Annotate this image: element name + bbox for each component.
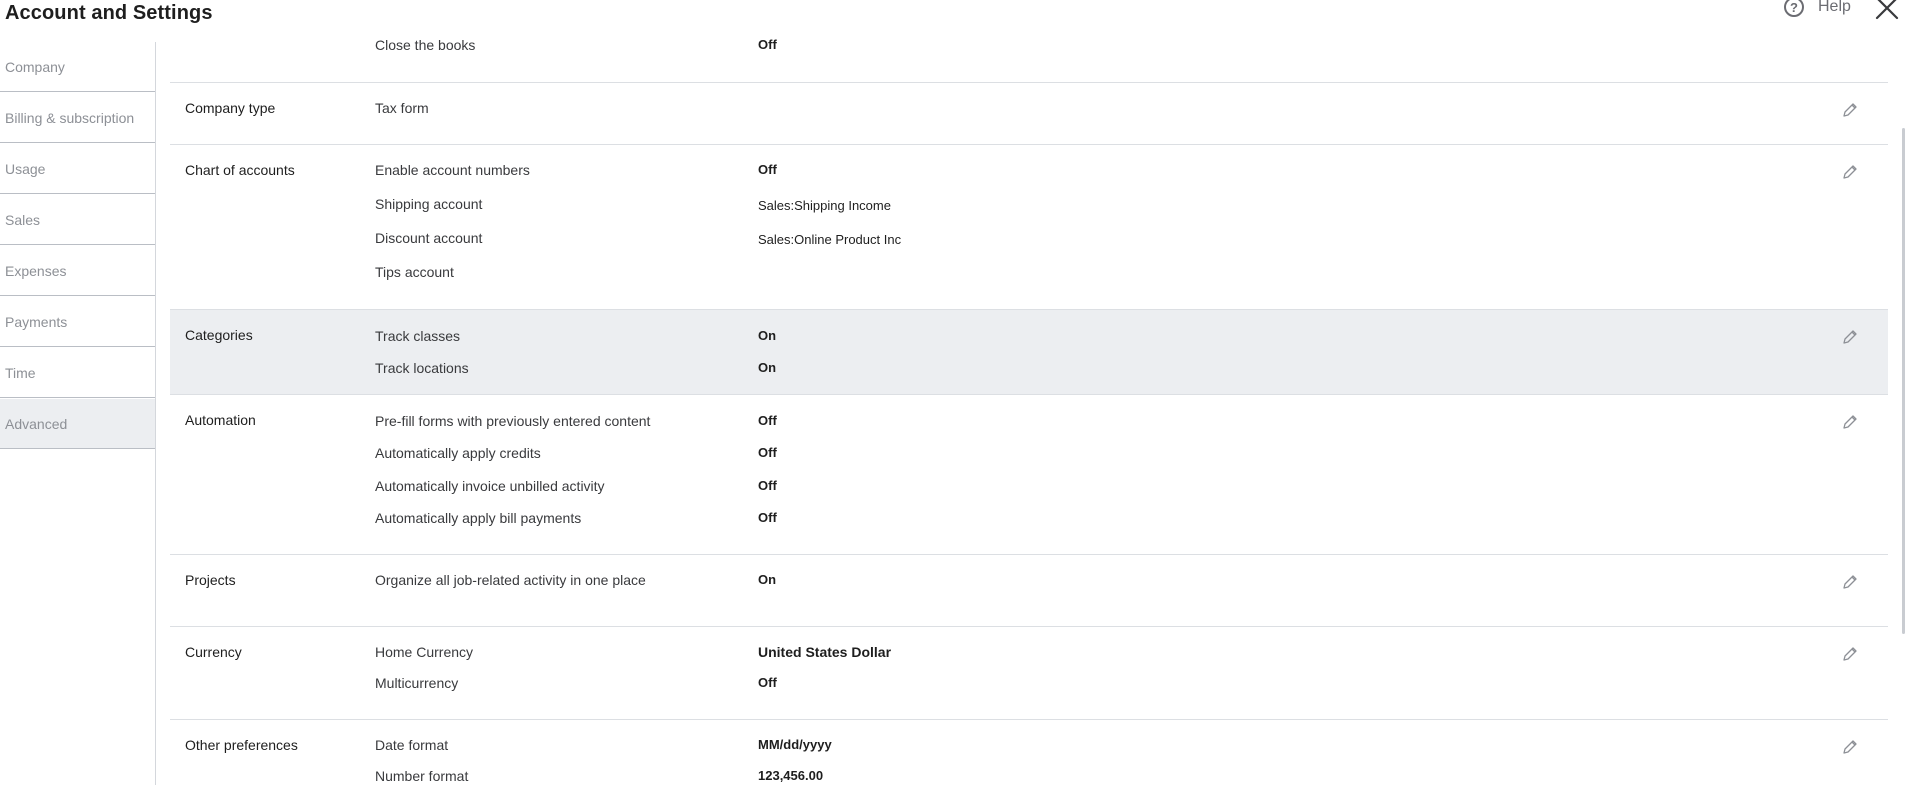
section-categories[interactable]: Categories Track classes On Track locati… [170,310,1888,395]
item-label-enable-account-numbers: Enable account numbers [375,162,530,178]
section-projects[interactable]: Projects Organize all job-related activi… [170,555,1888,627]
item-value-organize-job-activity: On [758,572,777,587]
item-label-shipping-account: Shipping account [375,196,483,212]
pencil-icon [1843,740,1857,754]
item-value-close-the-books: Off [758,37,777,52]
section-label-categories: Categories [185,327,253,343]
section-other-preferences[interactable]: Other preferences Date format MM/dd/yyyy… [170,720,1888,785]
pencil-icon [1843,165,1857,179]
item-value-auto-apply-credits: Off [758,445,777,460]
sidebar-item-company[interactable]: Company [0,42,155,92]
item-label-multicurrency: Multicurrency [375,675,459,691]
item-label-prefill-forms: Pre-fill forms with previously entered c… [375,413,651,429]
item-value-track-locations: On [758,360,777,375]
item-value-shipping-account: Sales:Shipping Income [758,198,891,213]
sidebar-item-billing-subscription[interactable]: Billing & subscription [0,93,155,143]
item-label-home-currency: Home Currency [375,644,474,660]
item-label-tips-account: Tips account [375,264,454,280]
item-label-auto-apply-bill-payments: Automatically apply bill payments [375,510,582,526]
item-value-auto-apply-bill-payments: Off [758,510,777,525]
edit-currency-button[interactable] [1842,646,1858,662]
edit-other-preferences-button[interactable] [1842,739,1858,755]
item-value-date-format: MM/dd/yyyy [758,737,832,752]
pencil-icon [1843,330,1857,344]
section-label-projects: Projects [185,572,236,588]
edit-company-type-button[interactable] [1842,102,1858,118]
pencil-icon [1843,575,1857,589]
sidebar-item-sales[interactable]: Sales [0,195,155,245]
item-value-enable-account-numbers: Off [758,162,777,177]
section-label-other-preferences: Other preferences [185,737,298,753]
section-automation[interactable]: Automation Pre-fill forms with previousl… [170,395,1888,555]
pencil-icon [1843,415,1857,429]
item-label-date-format: Date format [375,737,449,753]
sidebar-item-expenses[interactable]: Expenses [0,246,155,296]
section-label-currency: Currency [185,644,242,660]
section-label-automation: Automation [185,412,256,428]
item-label-auto-invoice-unbilled: Automatically invoice unbilled activity [375,478,605,494]
account-settings-page: Account and Settings ? Help Company Bill… [0,0,1905,785]
item-label-number-format: Number format [375,768,469,784]
pencil-icon [1843,647,1857,661]
item-label-tax-form: Tax form [375,100,429,116]
item-value-number-format: 123,456.00 [758,768,824,783]
item-value-multicurrency: Off [758,675,777,690]
edit-categories-button[interactable] [1842,329,1858,345]
item-label-auto-apply-credits: Automatically apply credits [375,445,541,461]
item-label-organize-job-activity: Organize all job-related activity in one… [375,572,646,588]
section-label-company-type: Company type [185,100,276,116]
item-label-track-locations: Track locations [375,360,469,376]
sidebar-item-payments[interactable]: Payments [0,297,155,347]
item-value-prefill-forms: Off [758,413,777,428]
settings-content: Close the books Off Company type Tax for… [170,0,1888,785]
sidebar-item-advanced[interactable]: Advanced [0,399,155,449]
section-currency[interactable]: Currency Home Currency United States Dol… [170,627,1888,720]
item-value-discount-account: Sales:Online Product Inc [758,232,902,247]
section-company-type[interactable]: Company type Tax form [170,83,1888,145]
edit-projects-button[interactable] [1842,574,1858,590]
item-label-track-classes: Track classes [375,328,461,344]
edit-chart-of-accounts-button[interactable] [1842,164,1858,180]
sidebar-item-usage[interactable]: Usage [0,144,155,194]
item-value-auto-invoice-unbilled: Off [758,478,777,493]
edit-automation-button[interactable] [1842,414,1858,430]
section-chart-of-accounts[interactable]: Chart of accounts Enable account numbers… [170,145,1888,310]
item-label-discount-account: Discount account [375,230,483,246]
settings-sidebar: Company Billing & subscription Usage Sal… [0,42,156,785]
section-accounting: Close the books Off [170,0,1888,83]
pencil-icon [1843,103,1857,117]
item-value-track-classes: On [758,328,777,343]
sidebar-item-time[interactable]: Time [0,348,155,398]
item-label-close-the-books: Close the books [375,37,476,53]
section-label-chart-of-accounts: Chart of accounts [185,162,295,178]
item-value-home-currency: United States Dollar [758,644,892,660]
